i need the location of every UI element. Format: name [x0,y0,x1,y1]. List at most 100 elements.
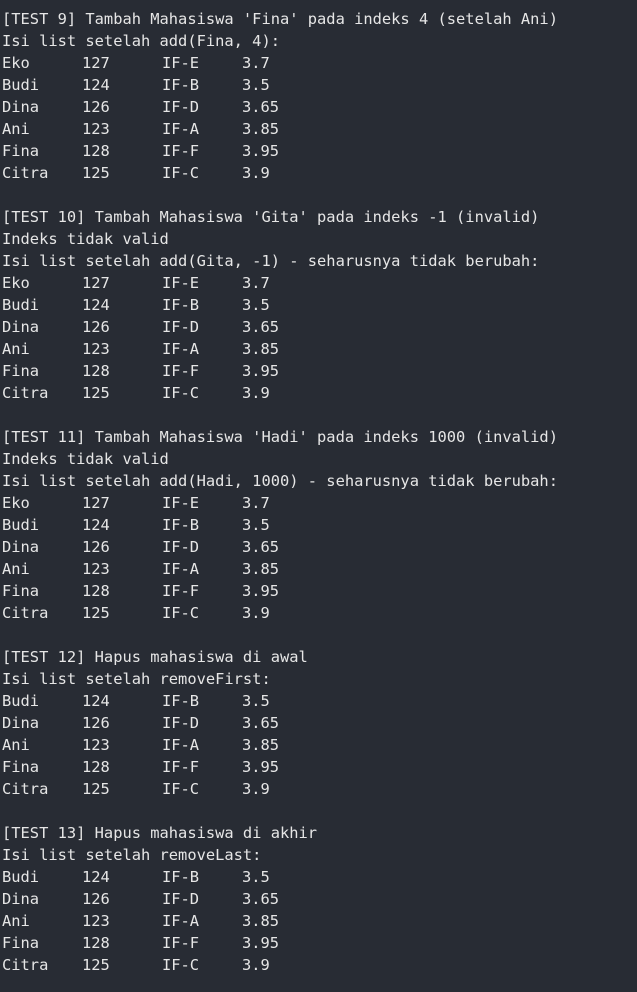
table-row: Dina 126 IF-D 3.65 [0,96,637,118]
cell-class: IF-D [162,318,200,336]
table-row: Dina 126 IF-D 3.65 [0,536,637,558]
table-row: Ani 123 IF-A 3.85 [0,910,637,932]
table-row: Fina 128 IF-F 3.95 [0,932,637,954]
cell-class: IF-C [162,384,200,402]
cell-name: Budi [2,516,40,534]
table-row: Budi 124 IF-B 3.5 [0,690,637,712]
cell-id: 128 [82,934,110,952]
cell-id: 123 [82,120,110,138]
cell-name: Ani [2,120,30,138]
cell-class: IF-B [162,868,200,886]
cell-id: 127 [82,54,110,72]
cell-gpa: 3.7 [242,54,270,72]
cell-id: 124 [82,296,110,314]
cell-gpa: 3.7 [242,274,270,292]
table-row: Fina 128 IF-F 3.95 [0,580,637,602]
test-header: [TEST 11] Tambah Mahasiswa 'Hadi' pada i… [2,428,558,446]
cell-name: Budi [2,868,40,886]
cell-gpa: 3.95 [242,934,280,952]
cell-id: 125 [82,164,110,182]
cell-gpa: 3.85 [242,736,280,754]
cell-class: IF-B [162,516,200,534]
cell-name: Eko [2,54,30,72]
cell-id: 124 [82,868,110,886]
cell-gpa: 3.95 [242,758,280,776]
cell-class: IF-E [162,494,200,512]
cell-name: Dina [2,714,40,732]
cell-name: Budi [2,76,40,94]
test-header: [TEST 9] Tambah Mahasiswa 'Fina' pada in… [2,10,558,28]
cell-class: IF-B [162,296,200,314]
cell-gpa: 3.65 [242,714,280,732]
cell-id: 123 [82,340,110,358]
cell-id: 123 [82,560,110,578]
cell-class: IF-C [162,604,200,622]
cell-class: IF-E [162,274,200,292]
cell-class: IF-D [162,890,200,908]
cell-gpa: 3.5 [242,868,270,886]
cell-name: Fina [2,362,40,380]
cell-id: 124 [82,76,110,94]
test-header: [TEST 12] Hapus mahasiswa di awal [2,648,308,666]
cell-name: Citra [2,956,49,974]
cell-class: IF-D [162,714,200,732]
error-message: Indeks tidak valid [2,230,169,248]
cell-class: IF-C [162,164,200,182]
cell-gpa: 3.9 [242,384,270,402]
table-row: Citra 125 IF-C 3.9 [0,778,637,800]
cell-gpa: 3.85 [242,340,280,358]
cell-id: 124 [82,516,110,534]
table-row: Citra 125 IF-C 3.9 [0,382,637,404]
cell-gpa: 3.65 [242,538,280,556]
cell-class: IF-C [162,956,200,974]
table-row: Eko 127 IF-E 3.7 [0,52,637,74]
cell-name: Eko [2,274,30,292]
cell-gpa: 3.65 [242,318,280,336]
cell-id: 127 [82,274,110,292]
cell-name: Eko [2,494,30,512]
cell-name: Citra [2,164,49,182]
cell-name: Citra [2,384,49,402]
cell-class: IF-A [162,912,200,930]
cell-class: IF-D [162,98,200,116]
cell-name: Budi [2,296,40,314]
cell-name: Citra [2,604,49,622]
cell-id: 127 [82,494,110,512]
table-row: Fina 128 IF-F 3.95 [0,360,637,382]
cell-gpa: 3.85 [242,912,280,930]
table-row: Ani 123 IF-A 3.85 [0,734,637,756]
cell-id: 125 [82,956,110,974]
cell-class: IF-F [162,142,200,160]
cell-class: IF-A [162,120,200,138]
table-row: Budi 124 IF-B 3.5 [0,866,637,888]
cell-gpa: 3.65 [242,890,280,908]
table-row: Budi 124 IF-B 3.5 [0,294,637,316]
cell-gpa: 3.9 [242,956,270,974]
cell-class: IF-D [162,538,200,556]
cell-name: Ani [2,340,30,358]
list-caption: Isi list setelah add(Hadi, 1000) - sehar… [2,472,558,490]
cell-id: 123 [82,736,110,754]
cell-gpa: 3.65 [242,98,280,116]
test-header: [TEST 13] Hapus mahasiswa di akhir [2,824,318,842]
cell-id: 128 [82,582,110,600]
cell-name: Budi [2,692,40,710]
table-row: Fina 128 IF-F 3.95 [0,140,637,162]
table-row: Citra 125 IF-C 3.9 [0,602,637,624]
table-row: Budi 124 IF-B 3.5 [0,74,637,96]
table-row: Fina 128 IF-F 3.95 [0,756,637,778]
table-row: Ani 123 IF-A 3.85 [0,558,637,580]
table-row: Citra 125 IF-C 3.9 [0,954,637,976]
cell-id: 125 [82,604,110,622]
cell-name: Ani [2,736,30,754]
cell-class: IF-C [162,780,200,798]
cell-id: 128 [82,362,110,380]
table-row: Dina 126 IF-D 3.65 [0,316,637,338]
terminal-output: [TEST 9] Tambah Mahasiswa 'Fina' pada in… [0,0,637,992]
table-row: Budi 124 IF-B 3.5 [0,514,637,536]
cell-name: Citra [2,780,49,798]
cell-class: IF-F [162,934,200,952]
